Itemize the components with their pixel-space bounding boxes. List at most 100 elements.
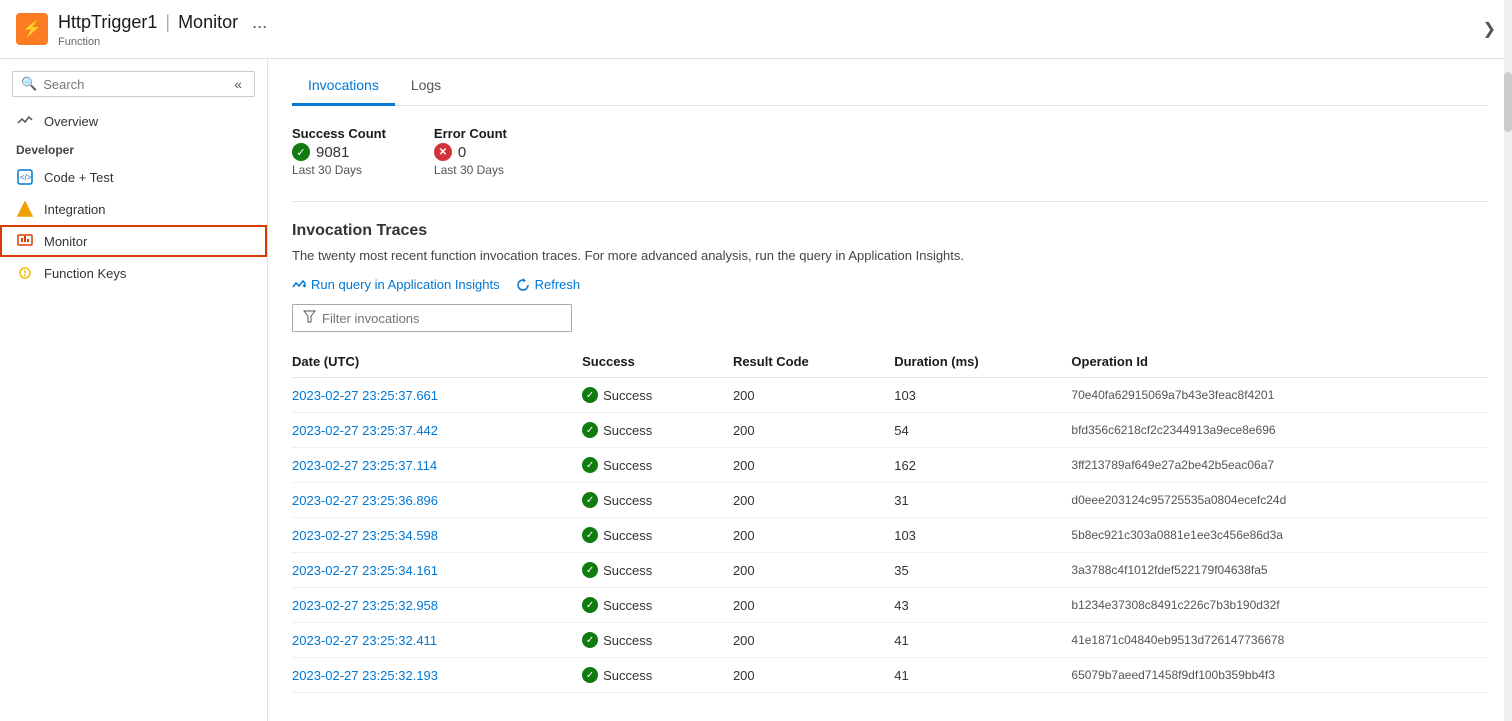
table-row: 2023-02-27 23:25:34.598 Success 2001035b8e… [292,518,1488,553]
cell-operation-id: b1234e37308c8491c226c7b3b190d32f [1071,588,1488,623]
date-link[interactable]: 2023-02-27 23:25:37.114 [292,458,437,473]
action-bar: Run query in Application Insights Refres… [292,277,1488,292]
sidebar-item-monitor[interactable]: Monitor [0,225,267,257]
cell-duration: 43 [894,588,1071,623]
sidebar-item-code-test[interactable]: </> Code + Test [0,161,267,193]
success-count-block: Success Count 9081 Last 30 Days [292,126,386,177]
cell-operation-id: bfd356c6218cf2c2344913a9ece8e696 [1071,413,1488,448]
success-check-icon [582,387,598,403]
search-box[interactable]: 🔍 « [12,71,255,97]
resource-name: HttpTrigger1 [58,12,157,33]
cell-date: 2023-02-27 23:25:32.958 [292,588,582,623]
cell-success: Success [582,483,733,518]
sidebar-item-overview[interactable]: Overview [0,105,267,137]
success-check-icon [292,143,310,161]
date-link[interactable]: 2023-02-27 23:25:37.442 [292,423,438,438]
refresh-button[interactable]: Refresh [516,277,581,292]
scrollbar-thumb[interactable] [1504,72,1512,132]
top-bar: ⚡ HttpTrigger1 | Monitor ... Function ❯ [0,0,1512,59]
date-link[interactable]: 2023-02-27 23:25:34.161 [292,563,438,578]
success-label: Success [603,528,652,543]
success-check-icon [582,597,598,613]
cell-date: 2023-02-27 23:25:37.114 [292,448,582,483]
success-label: Success [603,388,652,403]
monitor-icon [16,232,34,250]
section-description: The twenty most recent function invocati… [292,248,1488,263]
tab-invocations[interactable]: Invocations [292,67,395,106]
cell-operation-id: d0eee203124c95725535a0804ecefc24d [1071,483,1488,518]
scrollbar-track [1504,59,1512,721]
success-check-icon [582,457,598,473]
cell-duration: 103 [894,518,1071,553]
sidebar-item-label: Code + Test [44,170,114,185]
cell-result-code: 200 [733,623,894,658]
cell-success: Success [582,413,733,448]
table-header: Date (UTC) Success Result Code Duration … [292,346,1488,378]
filter-input[interactable] [322,311,561,326]
app-icon: ⚡ [16,13,48,45]
date-link[interactable]: 2023-02-27 23:25:32.958 [292,598,438,613]
date-link[interactable]: 2023-02-27 23:25:37.661 [292,388,438,403]
filter-icon [303,310,316,326]
cell-result-code: 200 [733,518,894,553]
table-row: 2023-02-27 23:25:32.411Success2004141e18… [292,623,1488,658]
run-query-button[interactable]: Run query in Application Insights [292,277,500,292]
ellipsis-button[interactable]: ... [246,10,273,35]
search-input[interactable] [43,77,224,92]
error-count-value: 0 [434,143,507,161]
svg-text:</>: </> [20,173,32,182]
overview-icon [16,112,34,130]
expand-button[interactable]: ❯ [1483,19,1496,39]
success-label: Success [603,423,652,438]
cell-result-code: 200 [733,448,894,483]
cell-operation-id: 3ff213789af649e27a2be42b5eac06a7 [1071,448,1488,483]
table-row: 2023-02-27 23:25:37.114Success2001623ff2… [292,448,1488,483]
cell-operation-id: 5b8ec921c303a0881e1ee3c456e86d3a [1071,518,1488,553]
cell-result-code: 200 [733,553,894,588]
function-keys-icon [16,264,34,282]
date-link[interactable]: 2023-02-27 23:25:36.896 [292,493,438,508]
filter-box[interactable] [292,304,572,332]
success-check-icon [582,667,598,683]
run-query-icon [292,278,306,292]
success-check-icon [582,422,598,438]
cell-operation-id: 41e1871c04840eb9513d726147736678 [1071,623,1488,658]
date-link[interactable]: 2023-02-27 23:25:34.598 [292,528,438,543]
cell-result-code: 200 [733,658,894,693]
tab-logs[interactable]: Logs [395,67,457,106]
code-test-icon: </> [16,168,34,186]
date-link[interactable]: 2023-02-27 23:25:32.193 [292,668,438,683]
error-count-block: Error Count 0 Last 30 Days [434,126,507,177]
success-check-icon [582,492,598,508]
section-title: Invocation Traces [292,222,1488,240]
cell-duration: 103 [894,378,1071,413]
collapse-button[interactable]: « [230,76,246,92]
success-label: Success [603,598,652,613]
invocation-traces-section: Invocation Traces The twenty most recent… [292,222,1488,693]
cell-duration: 41 [894,658,1071,693]
cell-operation-id: 70e40fa62915069a7b43e3feac8f4201 [1071,378,1488,413]
content-area: Invocations Logs Success Count 9081 Last… [268,59,1512,721]
sidebar-item-function-keys[interactable]: Function Keys [0,257,267,289]
tabs-bar: Invocations Logs [292,59,1488,106]
col-success: Success [582,346,733,378]
cell-success: Success [582,658,733,693]
cell-success: Success [582,553,733,588]
cell-success: Success [582,623,733,658]
invocations-table: Date (UTC) Success Result Code Duration … [292,346,1488,693]
cell-duration: 31 [894,483,1071,518]
title-separator: | [165,12,170,33]
cell-date: 2023-02-27 23:25:34.598 [292,518,582,553]
refresh-label: Refresh [535,277,581,292]
success-count-sub: Last 30 Days [292,163,386,177]
sidebar-section-developer: Developer [0,137,267,161]
page-title: Monitor [178,12,238,33]
table-row: 2023-02-27 23:25:37.661Success20010370e4… [292,378,1488,413]
success-label: Success [603,633,652,648]
table-row: 2023-02-27 23:25:37.442Success20054bfd35… [292,413,1488,448]
cell-duration: 35 [894,553,1071,588]
cell-operation-id: 65079b7aeed71458f9df100b359bb4f3 [1071,658,1488,693]
sidebar-item-label: Function Keys [44,266,126,281]
sidebar-item-integration[interactable]: Integration [0,193,267,225]
date-link[interactable]: 2023-02-27 23:25:32.411 [292,633,437,648]
